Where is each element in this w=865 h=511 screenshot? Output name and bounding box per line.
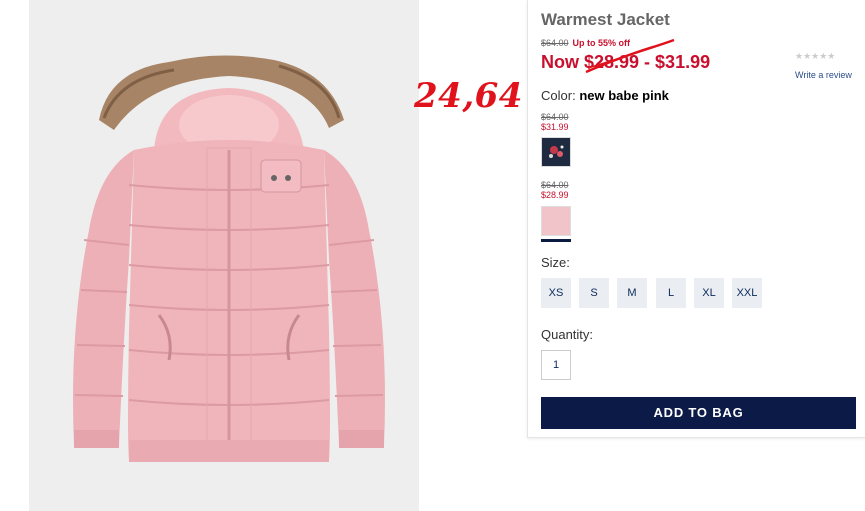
swatch-old-price: $64.00 — [541, 112, 569, 122]
size-button-xxl[interactable]: XXL — [732, 278, 762, 308]
swatch-old-price: $64.00 — [541, 180, 569, 190]
swatch-new-price: $28.99 — [541, 190, 569, 200]
selected-color-name: new babe pink — [579, 88, 669, 103]
floral-pattern-icon — [549, 145, 564, 158]
swatch-price-2: $64.00 $28.99 — [541, 180, 569, 200]
color-swatch-new-babe-pink[interactable] — [541, 206, 571, 236]
rating-stars-icon: ★★★★★ — [795, 51, 836, 61]
size-label: Size: — [541, 255, 570, 270]
size-button-m[interactable]: M — [617, 278, 647, 308]
color-swatch-navy-floral[interactable] — [541, 137, 571, 167]
size-button-xs[interactable]: XS — [541, 278, 571, 308]
size-button-s[interactable]: S — [579, 278, 609, 308]
add-to-bag-button[interactable]: ADD TO BAG — [541, 397, 856, 429]
color-label: Color: — [541, 88, 576, 103]
product-title: Warmest Jacket — [541, 10, 670, 29]
size-button-xl[interactable]: XL — [694, 278, 724, 308]
quantity-label: Quantity: — [541, 327, 594, 342]
quantity-input[interactable]: 1 — [541, 350, 571, 380]
swatch-new-price: $31.99 — [541, 122, 569, 132]
size-button-l[interactable]: L — [656, 278, 686, 308]
pink-puffer-jacket-image — [73, 55, 385, 462]
product-image — [29, 0, 419, 511]
swatch-price-1: $64.00 $31.99 — [541, 112, 569, 132]
color-label-row: Color: new babe pink — [541, 88, 669, 103]
buy-box-panel: Warmest Jacket $64.00 Up to 55% off Now $… — [527, 0, 865, 438]
selected-swatch-indicator — [541, 239, 571, 242]
strike-scribble-icon — [585, 38, 675, 74]
price-annotation: 24,64 — [414, 76, 523, 116]
write-review-link[interactable]: Write a review — [795, 70, 852, 80]
